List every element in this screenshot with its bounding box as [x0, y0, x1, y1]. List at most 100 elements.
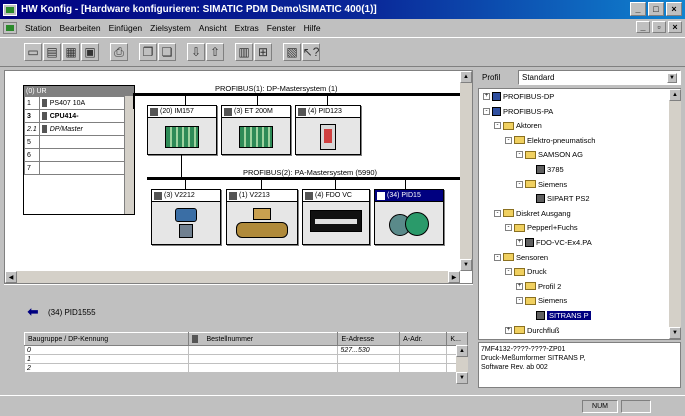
station-vscrollbar[interactable]: ▲ ▼ — [460, 71, 472, 271]
maximize-button[interactable]: □ — [648, 2, 664, 16]
expand-toggle-icon[interactable]: - — [505, 136, 512, 144]
back-arrow-icon[interactable]: ⬅ — [24, 304, 42, 319]
open-icon[interactable]: ▤ — [43, 43, 61, 61]
profile-select[interactable]: Standard ▼ — [518, 70, 681, 85]
scroll-down-icon[interactable]: ▼ — [460, 259, 472, 271]
menu-view[interactable]: Ansicht — [195, 23, 231, 33]
expand-toggle-icon[interactable]: + — [516, 282, 523, 290]
paste-icon[interactable]: ❏ — [158, 43, 176, 61]
expand-toggle-icon[interactable]: + — [516, 239, 523, 246]
doc-minimize-button[interactable]: _ — [636, 21, 650, 33]
expand-toggle-icon[interactable]: + — [483, 93, 490, 100]
scroll-left-icon[interactable]: ◀ — [5, 271, 17, 283]
catalog-tree[interactable]: + PROFIBUS-DP - PROFIBUS-PA - Aktoren - Elektro… — [478, 88, 681, 340]
menu-insert[interactable]: Einfügen — [105, 23, 147, 33]
menu-help[interactable]: Hilfe — [300, 23, 325, 33]
save-compile-icon[interactable]: ▣ — [81, 43, 99, 61]
tree-item[interactable]: + FDO-VC-Ex4.PA — [516, 238, 592, 247]
download-icon[interactable]: ⇩ — [187, 43, 205, 61]
device-pid123[interactable]: (4) PID123 — [295, 105, 361, 155]
expand-toggle-icon[interactable]: - — [505, 224, 512, 232]
expand-toggle-icon[interactable]: - — [494, 122, 501, 130]
scroll-up-icon[interactable]: ▲ — [669, 89, 681, 101]
rack-row[interactable]: 3 CPU414- — [24, 109, 135, 123]
station-hscrollbar[interactable]: ◀ ▶ — [5, 271, 460, 283]
expand-toggle-icon[interactable]: - — [516, 180, 523, 188]
scroll-down-icon[interactable]: ▼ — [669, 327, 681, 339]
tree-item[interactable]: - Pepperl+Fuchs — [505, 223, 578, 232]
scroll-down-icon[interactable]: ▼ — [456, 372, 468, 384]
print-icon[interactable]: ⎙ — [110, 43, 128, 61]
tree-item[interactable]: - PROFIBUS-PA — [483, 106, 553, 116]
app-icon[interactable] — [3, 3, 17, 16]
expand-toggle-icon[interactable]: - — [505, 268, 512, 276]
device-pid15[interactable]: (34) PID15 — [374, 189, 444, 245]
expand-toggle-icon[interactable]: - — [516, 297, 523, 305]
rack-row[interactable]: 6 — [24, 148, 135, 162]
expand-toggle-icon[interactable]: + — [505, 326, 512, 334]
device-im157[interactable]: (20) IM157 — [147, 105, 217, 155]
rack[interactable]: (0) UR 1 PS407 10A 3 CPU414- 2.1 DP/Master 5 6 7 — [23, 85, 135, 215]
scroll-up-icon[interactable]: ▲ — [456, 345, 468, 357]
tree-item[interactable]: - Druck — [505, 267, 547, 276]
tree-item[interactable]: - Sensoren — [494, 253, 548, 262]
tree-item[interactable]: - Siemens — [516, 180, 567, 189]
menu-window[interactable]: Fenster — [263, 23, 300, 33]
col-input-address[interactable]: E-Adresse — [337, 332, 401, 346]
col-module[interactable]: Baugruppe / DP-Kennung — [23, 332, 190, 346]
doc-close-button[interactable]: × — [668, 21, 682, 33]
col-output-address[interactable]: A-Adr. — [399, 332, 448, 346]
doc-restore-button[interactable]: ▫ — [652, 21, 666, 33]
tree-item[interactable]: - SAMSON AG — [516, 150, 583, 159]
expand-toggle-icon[interactable]: - — [494, 253, 501, 261]
tree-item[interactable]: SIPART PS2 — [527, 194, 590, 204]
tree-item[interactable]: - Diskret Ausgang — [494, 209, 571, 218]
tree-item[interactable]: - Aktoren — [494, 121, 542, 130]
tree-item[interactable]: - Siemens — [516, 296, 567, 305]
catalog-vscrollbar[interactable]: ▲ ▼ — [669, 89, 681, 339]
table-row[interactable]: 2 — [23, 363, 468, 373]
chevron-down-icon[interactable]: ▼ — [667, 73, 677, 83]
col-order-number[interactable]: Bestellnummer — [188, 332, 339, 346]
menu-station[interactable]: Station — [21, 23, 55, 33]
menu-options[interactable]: Extras — [231, 23, 263, 33]
tree-item[interactable]: SITRANS P — [527, 311, 591, 320]
menu-target-system[interactable]: Zielsystem — [146, 23, 195, 33]
rack-row[interactable]: 1 PS407 10A — [24, 96, 135, 110]
context-help-icon[interactable]: ↖? — [302, 43, 320, 61]
expand-toggle-icon[interactable]: - — [494, 209, 501, 217]
rack-row[interactable]: 5 — [24, 135, 135, 149]
document-icon[interactable] — [3, 22, 17, 34]
station-view[interactable]: (0) UR 1 PS407 10A 3 CPU414- 2.1 DP/Master 5 6 7… — [4, 70, 473, 284]
tree-item[interactable]: + Profil 2 — [516, 282, 561, 291]
tree-item[interactable]: - Elektro-pneumatisch — [505, 136, 595, 145]
minimize-button[interactable]: _ — [630, 2, 646, 16]
device-et200m[interactable]: (3) ET 200M — [221, 105, 291, 155]
catalog-icon[interactable]: ▥ — [235, 43, 253, 61]
tree-item[interactable]: + Durchfluß — [505, 326, 560, 335]
device-v2212[interactable]: (3) V2212 — [151, 189, 221, 245]
network-icon[interactable]: ⊞ — [254, 43, 272, 61]
expand-toggle-icon[interactable]: - — [516, 151, 523, 159]
scroll-right-icon[interactable]: ▶ — [448, 271, 460, 283]
tree-item[interactable]: 3785 — [527, 165, 564, 174]
table-row[interactable]: 0 527...530 — [23, 345, 468, 355]
detail-vscrollbar[interactable]: ▲ ▼ — [456, 345, 468, 384]
table-row[interactable]: 1 — [23, 354, 468, 364]
new-icon[interactable]: ▭ — [24, 43, 42, 61]
save-icon[interactable]: ▦ — [62, 43, 80, 61]
overview-icon[interactable]: ▧ — [283, 43, 301, 61]
rack-row[interactable]: 2.1 DP/Master — [24, 122, 135, 136]
device-v2213[interactable]: (1) V2213 — [226, 189, 298, 245]
device-fdo-vc[interactable]: (4) FDO VC — [302, 189, 370, 245]
upload-icon[interactable]: ⇧ — [206, 43, 224, 61]
copy-icon[interactable]: ❐ — [139, 43, 157, 61]
tree-item[interactable]: + PROFIBUS-DP — [483, 92, 554, 101]
col-comment[interactable]: K... — [446, 332, 468, 346]
rack-row[interactable]: 7 — [24, 161, 135, 175]
close-button[interactable]: × — [666, 2, 682, 16]
rack-scrollbar[interactable] — [124, 96, 134, 214]
scroll-up-icon[interactable]: ▲ — [460, 71, 472, 83]
expand-toggle-icon[interactable]: - — [483, 107, 490, 115]
menu-edit[interactable]: Bearbeiten — [55, 23, 104, 33]
